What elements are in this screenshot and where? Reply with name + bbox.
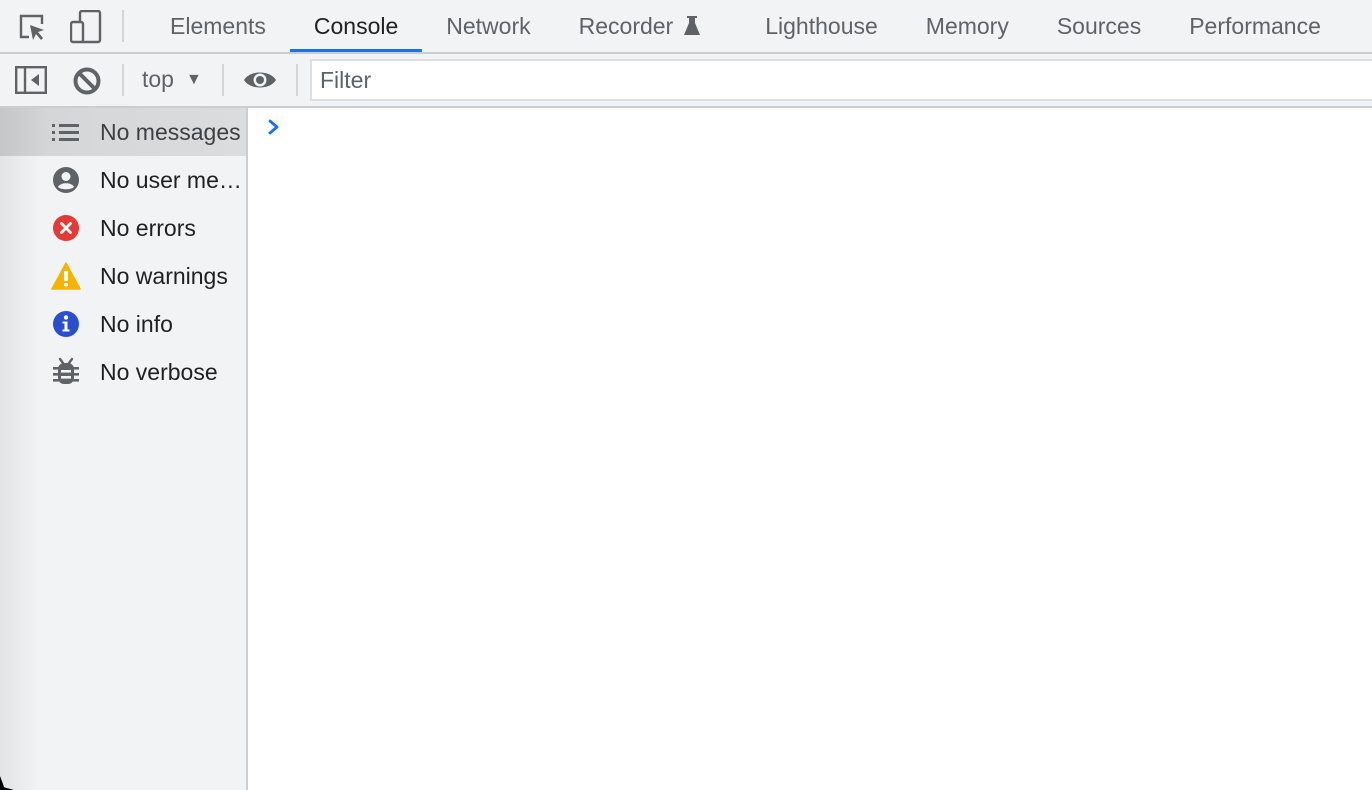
context-value: top xyxy=(142,66,174,92)
tab-label: Console xyxy=(313,12,399,39)
tab-label: Memory xyxy=(925,12,1009,39)
tab-network[interactable]: Network xyxy=(422,0,554,52)
tab-console[interactable]: Console xyxy=(289,0,423,52)
tab-label: Lighthouse xyxy=(765,12,878,39)
sidebar-item-info[interactable]: No info xyxy=(0,300,246,348)
sidebar-item-label: No user messages xyxy=(100,166,246,193)
filter-input[interactable] xyxy=(310,59,1372,101)
tab-label: Performance xyxy=(1189,12,1321,39)
console-sidebar: No messages No user messages No errors xyxy=(0,108,248,790)
bug-icon xyxy=(50,356,82,388)
info-icon xyxy=(50,308,82,340)
chevron-right-icon xyxy=(268,119,279,135)
device-toolbar-icon xyxy=(70,10,102,44)
dropdown-caret-icon: ▼ xyxy=(185,70,202,88)
sidebar-item-label: No warnings xyxy=(100,262,228,289)
devtools-tab-bar: Elements Console Network Recorder Lighth… xyxy=(0,0,1372,54)
list-icon xyxy=(50,116,82,148)
sidebar-item-label: No verbose xyxy=(100,358,218,385)
warning-icon xyxy=(50,260,82,292)
context-selector[interactable]: top ▼ xyxy=(142,66,202,93)
user-icon xyxy=(50,164,82,196)
clear-console-button[interactable] xyxy=(72,66,102,96)
sidebar-item-warnings[interactable]: No warnings xyxy=(0,252,246,300)
divider xyxy=(122,10,124,42)
sidebar-item-verbose[interactable]: No verbose xyxy=(0,348,246,396)
tab-sources[interactable]: Sources xyxy=(1033,0,1165,52)
tab-performance[interactable]: Performance xyxy=(1165,0,1345,52)
sidebar-item-label: No errors xyxy=(100,214,196,241)
inspect-element-button[interactable] xyxy=(16,0,48,54)
toggle-sidebar-button[interactable] xyxy=(15,66,47,94)
device-toolbar-button[interactable] xyxy=(70,0,102,54)
console-toolbar: top ▼ xyxy=(0,54,1372,108)
console-output[interactable] xyxy=(250,108,1372,790)
tab-label: Elements xyxy=(170,12,266,39)
sidebar-item-errors[interactable]: No errors xyxy=(0,204,246,252)
sidebar-item-messages[interactable]: No messages xyxy=(0,108,246,156)
sidebar-item-label: No messages xyxy=(100,118,241,145)
tab-memory[interactable]: Memory xyxy=(902,0,1033,52)
clear-console-icon xyxy=(73,67,101,95)
tab-recorder[interactable]: Recorder xyxy=(555,0,742,52)
sidebar-item-user-messages[interactable]: No user messages xyxy=(0,156,246,204)
eye-icon xyxy=(244,72,276,88)
inspect-element-icon xyxy=(19,14,44,40)
show-sidebar-icon xyxy=(15,66,47,94)
divider xyxy=(296,64,298,96)
tab-elements[interactable]: Elements xyxy=(146,0,290,52)
flask-icon xyxy=(683,15,701,37)
tab-label: Recorder xyxy=(578,12,674,39)
tab-label: Network xyxy=(446,12,531,39)
live-expression-button[interactable] xyxy=(243,68,277,92)
divider xyxy=(222,64,224,96)
tab-label: Sources xyxy=(1056,12,1142,39)
sidebar-item-label: No info xyxy=(100,310,173,337)
tab-lighthouse[interactable]: Lighthouse xyxy=(741,0,902,52)
error-icon xyxy=(50,212,82,244)
console-prompt[interactable] xyxy=(267,118,281,136)
divider xyxy=(122,64,124,96)
